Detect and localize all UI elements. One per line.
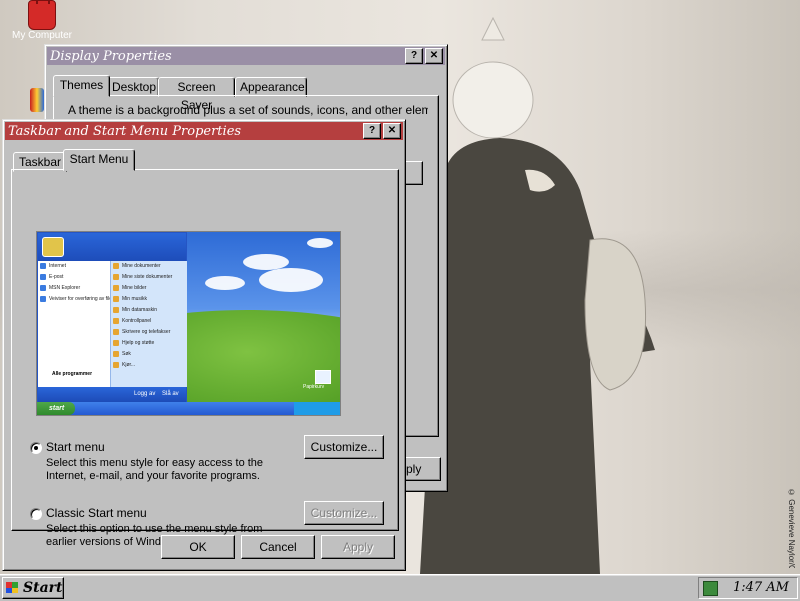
tab-desktop[interactable]: Desktop [107, 77, 159, 97]
preview-item: Skrivere og telefakser [111, 327, 187, 338]
preview-left-column: Internet E-post MSN Explorer Veiviser fo… [38, 261, 110, 387]
customize-start-menu-button[interactable]: Customize... [304, 435, 384, 459]
preview-taskbar: start [37, 402, 340, 415]
start-label: Start [23, 580, 63, 596]
preview-item: Veiviser for overføring av filer og inns… [38, 294, 110, 305]
user-picture-icon [42, 237, 64, 257]
start-menu-preview: Papirkurv Internet E-post MSN Explorer V… [36, 231, 341, 416]
start-button[interactable]: Start [2, 577, 64, 599]
preview-item: Mine dokumenter [111, 261, 187, 272]
tab-start-menu[interactable]: Start Menu [63, 149, 135, 171]
cancel-button[interactable]: Cancel [241, 535, 315, 559]
cloud [205, 276, 245, 290]
preview-start-menu: Internet E-post MSN Explorer Veiviser fo… [37, 232, 187, 404]
start-menu-label[interactable]: Start menu [46, 440, 105, 454]
my-computer-icon[interactable]: My Computer [4, 0, 80, 41]
help-button[interactable]: ? [405, 48, 423, 64]
taskbar: Start 1:47 AM [0, 574, 800, 601]
themes-description: A theme is a background plus a set of so… [68, 104, 428, 117]
preview-item: Internet [38, 261, 110, 272]
start-menu-radio[interactable] [30, 442, 42, 454]
help-button[interactable]: ? [363, 123, 381, 139]
tab-appearance[interactable]: Appearance [235, 77, 307, 97]
classic-start-menu-label[interactable]: Classic Start menu [46, 506, 147, 520]
preview-right-column: Mine dokumenter Mine siste dokumenter Mi… [110, 261, 187, 387]
preview-item: E-post [38, 272, 110, 283]
preview-item: MSN Explorer [38, 283, 110, 294]
wallpaper-copyright: © Genevieve Naylor/Cor [787, 488, 796, 568]
my-computer-label: My Computer [11, 30, 72, 41]
display-properties-titlebar[interactable]: Display Properties ? ✕ [47, 47, 445, 65]
preview-item: Kjør... [111, 360, 187, 371]
ok-button[interactable]: OK [161, 535, 235, 559]
cloud [259, 268, 323, 292]
program-icon [30, 88, 44, 112]
preview-item: Søk [111, 349, 187, 360]
clock[interactable]: 1:47 AM [733, 578, 789, 598]
preview-start-button: start [37, 402, 75, 415]
windows-flag-icon [6, 582, 18, 593]
preview-item: Hjelp og støtte [111, 338, 187, 349]
preview-item: Mine siste dokumenter [111, 272, 187, 283]
tray-icon[interactable] [703, 581, 718, 596]
recycle-bin-label: Papirkurv [303, 384, 325, 390]
close-button[interactable]: ✕ [425, 48, 443, 64]
start-menu-panel: Papirkurv Internet E-post MSN Explorer V… [11, 169, 399, 548]
preview-logoff: Logg av [134, 391, 156, 397]
tab-screen-saver[interactable]: Screen Saver [158, 77, 235, 112]
close-button[interactable]: ✕ [383, 123, 401, 139]
taskbar-start-menu-properties-window: Taskbar and Start Menu Properties ? ✕ Ta… [2, 119, 406, 571]
tab-themes[interactable]: Themes [53, 75, 110, 97]
preview-item: Kontrollpanel [111, 316, 187, 327]
preview-item: Min musikk [111, 294, 187, 305]
customize-classic-menu-button[interactable]: Customize... [304, 501, 384, 525]
apply-button[interactable]: Apply [321, 535, 395, 559]
preview-item: Min datamaskin [111, 305, 187, 316]
recycle-bin-icon [315, 370, 331, 384]
preview-item: Mine bilder [111, 283, 187, 294]
preview-footer: Logg av Slå av [38, 387, 186, 403]
system-tray: 1:47 AM [698, 577, 798, 599]
start-menu-description: Select this menu style for easy access t… [46, 457, 264, 482]
preview-all-programs: Alle programmer [52, 371, 93, 377]
window-title: Display Properties [50, 48, 172, 64]
classic-start-menu-radio[interactable] [30, 508, 42, 520]
window-title: Taskbar and Start Menu Properties [8, 123, 242, 139]
preview-tray [294, 402, 340, 415]
display-apply-button[interactable]: ply [401, 457, 441, 481]
computer-bag-icon [28, 0, 56, 30]
cloud [307, 238, 333, 248]
taskbar-properties-titlebar[interactable]: Taskbar and Start Menu Properties ? ✕ [5, 122, 403, 140]
preview-shutdown: Slå av [162, 391, 179, 397]
